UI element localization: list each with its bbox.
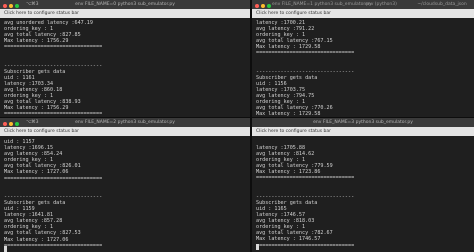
- terminal-pane-top-right[interactable]: env FILE_NAME=1 python3 sub_emulator.py …: [252, 0, 474, 118]
- tab-cloudsub-data[interactable]: ~/cloudsub_data_json: [412, 0, 472, 9]
- status-bar[interactable]: Click here to configure status bar: [252, 127, 474, 136]
- pane-title: env FILE_NAME=3 python3 sub_emulator.py: [313, 120, 413, 125]
- terminal-line: ================================: [4, 242, 103, 249]
- window-controls: [255, 3, 273, 8]
- pane-title-bar[interactable]: ⌥⌘3 env FILE_NAME=0 python3 sub_emulator…: [0, 0, 250, 9]
- pane-title-bar[interactable]: ⌥⌘3 env FILE_NAME=2 python3 sub_emulator…: [0, 118, 250, 127]
- tab-python3[interactable]: env (python3): [356, 0, 406, 9]
- minimize-window-icon[interactable]: [261, 3, 265, 8]
- terminal-output[interactable]: avg unordered latency :647.19 ordering_ke…: [4, 20, 248, 118]
- pane-title: env FILE_NAME=0 python3 sub_emulator.py: [75, 2, 175, 7]
- pane-title-bar[interactable]: env FILE_NAME=1 python3 sub_emulator.py …: [252, 0, 474, 9]
- status-bar[interactable]: Click here to configure status bar: [0, 9, 250, 18]
- tab-main[interactable]: env FILE_NAME=1 python3 sub_emulator.py: [272, 0, 372, 9]
- terminal-cursor: [256, 244, 259, 250]
- pane-title-bar[interactable]: env FILE_NAME=3 python3 sub_emulator.py: [252, 118, 474, 127]
- terminal-pane-bottom-right[interactable]: env FILE_NAME=3 python3 sub_emulator.py …: [252, 118, 474, 252]
- status-bar[interactable]: Click here to configure status bar: [252, 9, 474, 18]
- pane-divider-horizontal[interactable]: [0, 117, 474, 118]
- terminal-pane-bottom-left[interactable]: ⌥⌘3 env FILE_NAME=2 python3 sub_emulator…: [0, 118, 250, 252]
- terminal-pane-top-left[interactable]: ⌥⌘3 env FILE_NAME=0 python3 sub_emulator…: [0, 0, 250, 118]
- close-window-icon[interactable]: [255, 3, 259, 8]
- terminal-cursor: [4, 246, 7, 252]
- pane-divider-vertical[interactable]: [250, 0, 252, 252]
- terminal-line: ================================: [256, 242, 355, 249]
- terminal-output[interactable]: latency :1705.88 avg latency :814.62 order…: [256, 145, 472, 249]
- status-bar[interactable]: Click here to configure status bar: [0, 127, 250, 136]
- pane-title: env FILE_NAME=2 python3 sub_emulator.py: [75, 120, 175, 125]
- terminal-output[interactable]: uid : 1157 latency :1696.15 avg latency :8…: [4, 139, 248, 249]
- zoom-window-icon[interactable]: [267, 3, 271, 8]
- terminal-output[interactable]: latency :1700.21 avg latency :791.22 order…: [256, 20, 472, 118]
